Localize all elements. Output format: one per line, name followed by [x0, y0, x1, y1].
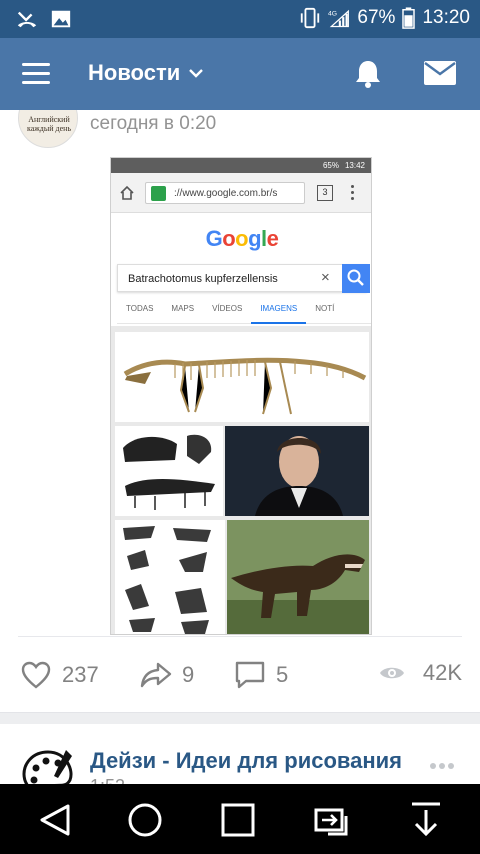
battery-icon	[402, 7, 416, 29]
screenshot-image-grid	[111, 326, 371, 634]
signal-icon: 4G	[328, 9, 350, 28]
page-title: Новости	[88, 60, 181, 85]
feed-selector[interactable]: Новости	[88, 60, 204, 86]
screenshot-tabs: TODAS MAPS VÍDEOS IMAGENS NOTÍ	[117, 298, 371, 324]
vibrate-icon	[301, 7, 320, 29]
screenshot-search-box: Batrachotomus kupferzellensis ×	[117, 264, 370, 293]
portrait-image	[225, 426, 369, 516]
post-separator	[0, 712, 480, 724]
mail-icon[interactable]	[423, 60, 457, 86]
screenshot-url: ://www.google.com.br/s	[174, 188, 278, 199]
heart-icon	[21, 661, 51, 689]
next-post-author[interactable]: Дейзи - Идеи для рисования	[90, 748, 402, 774]
palette-icon[interactable]	[22, 748, 76, 784]
screenshot-tab: TODAS	[126, 304, 154, 313]
app-bar: Новости	[0, 38, 480, 110]
dinosaur-render-image	[227, 520, 369, 634]
screenshot-browser-bar: ://www.google.com.br/s 3	[111, 173, 371, 213]
chevron-down-icon	[189, 69, 204, 78]
home-button-icon[interactable]	[125, 800, 165, 840]
search-icon	[342, 264, 370, 293]
screenshot-url-field: ://www.google.com.br/s	[145, 182, 305, 204]
recent-apps-icon[interactable]	[218, 800, 258, 840]
post-actions: 237 9 5 42K	[0, 650, 480, 698]
views-counter: 42K	[379, 660, 462, 686]
clock: 13:20	[422, 7, 470, 28]
screenshot-status-bar: 65% 13:42	[111, 158, 371, 173]
menu-icon[interactable]	[22, 63, 50, 85]
screenshot-battery: 65%	[322, 161, 339, 170]
post-time[interactable]: сегодня в 0:20	[90, 113, 216, 135]
share-button[interactable]: 9	[140, 660, 194, 690]
comment-icon	[235, 661, 265, 689]
back-icon[interactable]	[36, 800, 76, 840]
avatar-label: Английский каждый день	[26, 115, 72, 133]
avatar[interactable]: Английский каждый день	[18, 110, 78, 148]
skull-drawing-image	[115, 426, 223, 516]
share-icon	[140, 662, 172, 688]
lock-icon	[151, 186, 166, 201]
screenshot-clock: 13:42	[344, 161, 365, 170]
home-icon	[120, 185, 134, 200]
more-options-icon[interactable]	[430, 756, 458, 769]
like-button[interactable]: 237	[20, 660, 99, 690]
system-nav-bar	[0, 784, 480, 854]
view-count: 42K	[422, 660, 462, 685]
kebab-menu-icon	[351, 185, 355, 201]
bones-diagram-image	[115, 520, 225, 634]
screenshot-tab-active: IMAGENS	[251, 298, 307, 324]
screenshot-tab: NOTÍ	[315, 304, 335, 313]
image-icon	[51, 10, 71, 28]
screen-switch-icon[interactable]	[312, 800, 352, 840]
screenshot-query: Batrachotomus kupferzellensis	[128, 273, 278, 285]
bell-icon[interactable]	[352, 58, 384, 90]
google-logo: Google	[205, 226, 279, 251]
post-header: Английский каждый день сегодня в 0:20	[0, 110, 480, 150]
close-icon: ×	[321, 269, 330, 286]
next-post-time: 1:52	[90, 776, 125, 784]
battery-percent: 67%	[357, 7, 396, 28]
divider	[18, 636, 462, 637]
status-bar: 4G 67% 13:20	[0, 0, 480, 38]
next-post-header: Дейзи - Идеи для рисования 1:52	[0, 724, 480, 784]
missed-call-icon	[17, 11, 37, 28]
like-count: 237	[62, 662, 99, 687]
skeleton-image	[115, 332, 369, 422]
post-image[interactable]: 65% 13:42 ://www.google.com.br/s 3 Googl…	[110, 157, 372, 635]
screenshot-tab-count: 3	[317, 185, 333, 201]
share-count: 9	[182, 662, 195, 687]
svg-text:4G: 4G	[328, 10, 337, 17]
screenshot-tab: VÍDEOS	[212, 304, 243, 313]
notification-pull-icon[interactable]	[406, 800, 446, 840]
comment-count: 5	[276, 662, 289, 687]
comment-button[interactable]: 5	[234, 660, 288, 690]
eye-icon	[379, 667, 404, 679]
screenshot-tab: MAPS	[171, 304, 195, 313]
